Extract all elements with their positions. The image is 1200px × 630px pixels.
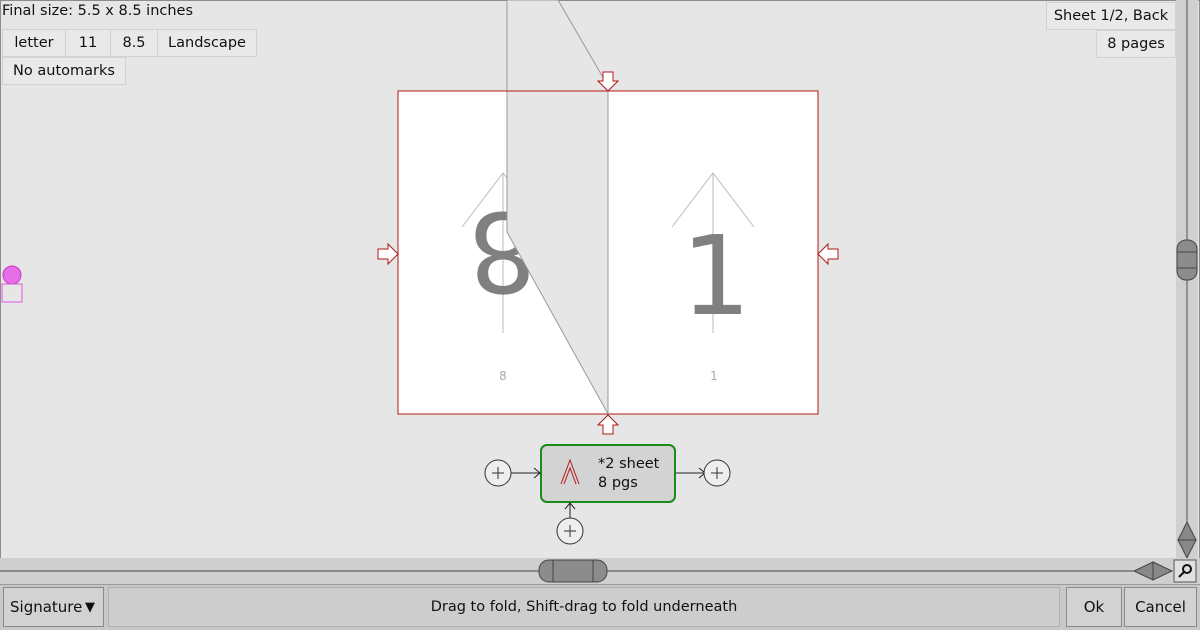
add-before-icon[interactable] — [484, 459, 512, 487]
left-page-label: 8 — [499, 369, 507, 383]
horizontal-scrollbar[interactable] — [0, 558, 1200, 584]
signature-pages: 8 pgs — [598, 475, 638, 491]
magenta-marker-icon[interactable] — [2, 265, 22, 285]
paper-height-field[interactable]: 8.5 — [110, 29, 158, 57]
cancel-button[interactable]: Cancel — [1124, 587, 1197, 627]
add-below-icon[interactable] — [556, 517, 584, 545]
zoom-icon[interactable] — [1173, 559, 1197, 583]
signature-node-label: *2 sheet 8 pgs — [598, 455, 659, 493]
vertical-scrollbar[interactable] — [1176, 0, 1198, 562]
paper-width-field[interactable]: 11 — [65, 29, 111, 57]
paper-size-field[interactable]: letter — [2, 29, 66, 57]
final-size-text: Final size: 5.5 x 8.5 inches — [2, 3, 194, 19]
right-page-label: 1 — [710, 369, 718, 383]
ok-button[interactable]: Ok — [1066, 587, 1122, 627]
signature-sheets: *2 sheet — [598, 456, 660, 472]
horizontal-scroll-thumb[interactable] — [538, 559, 608, 583]
triangle-down-icon: ▼ — [85, 599, 95, 615]
magenta-marker-box — [1, 283, 23, 303]
fold-arrow-bottom-icon[interactable] — [596, 414, 620, 435]
orientation-field[interactable]: Landscape — [157, 29, 257, 57]
pages-count: 8 pages — [1096, 30, 1176, 58]
automarks-field[interactable]: No automarks — [2, 57, 126, 85]
signature-mode-dropdown[interactable]: Signature ▼ — [3, 587, 104, 627]
add-after-icon[interactable] — [703, 459, 731, 487]
fold-arrow-left-icon[interactable] — [377, 242, 399, 266]
signature-mode-label: Signature — [10, 598, 83, 616]
sheet-info: Sheet 1/2, Back — [1046, 2, 1176, 30]
status-message: Drag to fold, Shift-drag to fold underne… — [108, 587, 1060, 627]
vertical-scroll-thumb[interactable] — [1176, 239, 1198, 281]
fold-arrow-right-icon[interactable] — [817, 242, 839, 266]
right-page-number: 1 — [681, 212, 751, 340]
